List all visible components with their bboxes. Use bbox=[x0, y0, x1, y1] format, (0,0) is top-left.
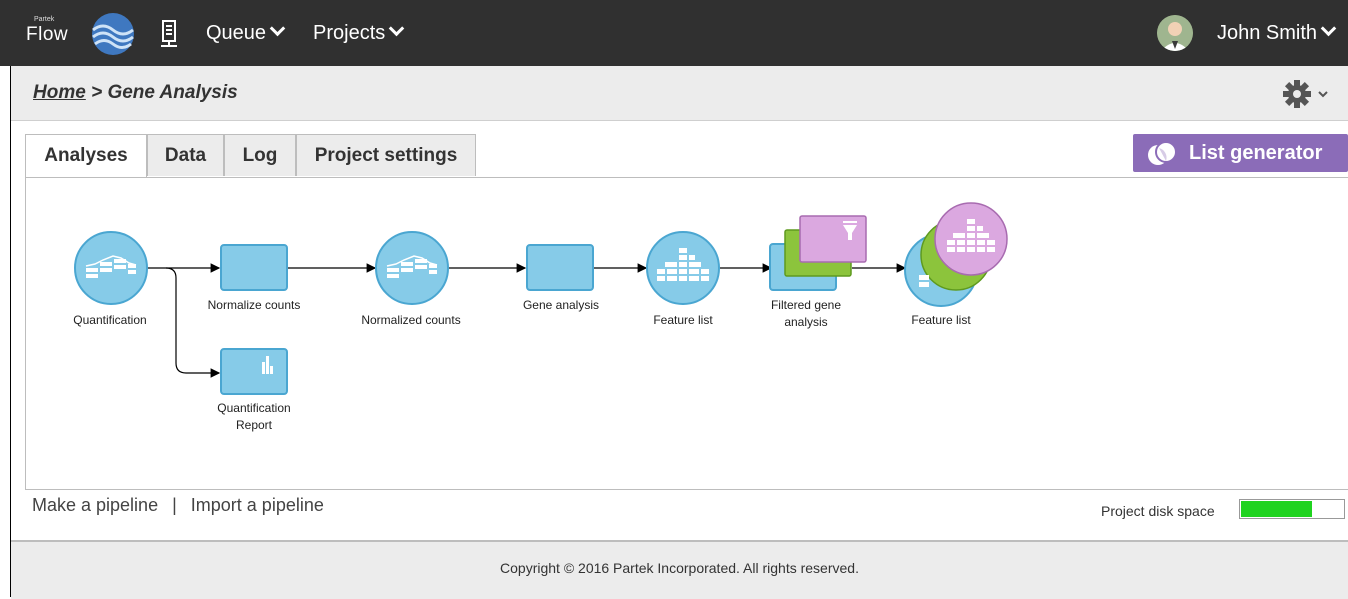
user-menu[interactable]: John Smith bbox=[1217, 20, 1337, 45]
flow-wave-icon bbox=[92, 13, 134, 55]
breadcrumb: Home > Gene Analysis bbox=[33, 82, 238, 104]
user-name-label: John Smith bbox=[1217, 22, 1318, 44]
left-border-line bbox=[10, 65, 11, 597]
import-pipeline-link[interactable]: Import a pipeline bbox=[191, 495, 324, 515]
brand-name-text: Flow bbox=[26, 24, 69, 45]
pipeline-links: Make a pipeline | Import a pipeline bbox=[32, 495, 324, 516]
copyright-text: Copyright © 2016 Partek Incorporated. Al… bbox=[500, 560, 859, 576]
gear-icon[interactable] bbox=[1283, 79, 1333, 109]
feature-list-stack-label: Feature list bbox=[911, 313, 971, 327]
normalize-counts-label: Normalize counts bbox=[207, 298, 301, 312]
quantification-report-node[interactable] bbox=[220, 348, 290, 396]
queue-menu-label: Queue bbox=[206, 22, 267, 44]
filtered-gene-analysis-label-line2: analysis bbox=[784, 315, 828, 329]
tab-analyses-label: Analyses bbox=[44, 145, 128, 166]
quantification-label: Quantification bbox=[73, 313, 147, 327]
filtered-gene-analysis-task-node[interactable] bbox=[769, 213, 873, 293]
tab-data[interactable]: Data bbox=[147, 134, 224, 176]
disk-space-fill bbox=[1241, 501, 1312, 517]
analyses-panel: Quantification Normalize counts Normaliz… bbox=[25, 177, 1348, 490]
disk-space-bar bbox=[1239, 499, 1345, 519]
user-avatar[interactable] bbox=[1157, 15, 1193, 51]
feature-list-data-node[interactable] bbox=[645, 230, 721, 306]
venn-diagram-icon bbox=[1148, 141, 1177, 165]
feature-list-label: Feature list bbox=[653, 313, 713, 327]
tab-data-label: Data bbox=[164, 145, 207, 166]
filtered-gene-analysis-label-line1: Filtered gene bbox=[770, 298, 842, 312]
quantification-data-node[interactable] bbox=[73, 230, 149, 306]
chevron-down-icon bbox=[1320, 20, 1337, 37]
filtered-gene-analysis-label: Filtered gene analysis bbox=[746, 297, 866, 331]
tab-project-settings[interactable]: Project settings bbox=[296, 134, 476, 176]
brand-small-text: Partek bbox=[34, 16, 55, 23]
pipeline-canvas bbox=[147, 263, 907, 378]
disk-space-label: Project disk space bbox=[1101, 503, 1215, 519]
avatar-person-icon bbox=[1157, 15, 1193, 51]
normalized-counts-label: Normalized counts bbox=[361, 313, 461, 327]
top-navigation-bar: Partek Flow Queue Projects John Smith bbox=[0, 0, 1348, 66]
gene-analysis-task-node[interactable] bbox=[526, 244, 596, 292]
chevron-down-icon bbox=[388, 20, 405, 37]
chevron-down-icon bbox=[269, 20, 286, 37]
breadcrumb-separator: > bbox=[85, 82, 108, 103]
projects-menu-label: Projects bbox=[313, 22, 386, 44]
feature-list-stack-data-node[interactable] bbox=[903, 199, 1013, 309]
normalize-counts-task-node[interactable] bbox=[220, 244, 290, 292]
gene-analysis-label: Gene analysis bbox=[522, 298, 600, 312]
server-queue-icon[interactable] bbox=[160, 20, 178, 48]
breadcrumb-current: Gene Analysis bbox=[107, 82, 238, 103]
tab-analyses[interactable]: Analyses bbox=[25, 134, 147, 178]
quantification-report-label: Quantification Report bbox=[194, 400, 314, 434]
make-pipeline-link[interactable]: Make a pipeline bbox=[32, 495, 158, 515]
projects-menu[interactable]: Projects bbox=[313, 20, 405, 45]
tab-log-label: Log bbox=[242, 145, 278, 166]
list-generator-label: List generator bbox=[1189, 142, 1323, 164]
tab-project-settings-label: Project settings bbox=[314, 145, 458, 166]
partek-flow-logo[interactable]: Partek Flow bbox=[22, 12, 142, 56]
queue-menu[interactable]: Queue bbox=[206, 20, 286, 45]
breadcrumb-bar: Home > Gene Analysis bbox=[11, 66, 1348, 121]
tab-log[interactable]: Log bbox=[224, 134, 296, 176]
breadcrumb-home-link[interactable]: Home bbox=[33, 82, 86, 103]
link-separator: | bbox=[172, 495, 177, 515]
normalized-counts-data-node[interactable] bbox=[374, 230, 450, 306]
quantification-report-label-line1: Quantification bbox=[217, 401, 291, 415]
list-generator-button[interactable]: List generator bbox=[1133, 134, 1348, 172]
quantification-report-label-line2: Report bbox=[235, 418, 273, 432]
footer: Copyright © 2016 Partek Incorporated. Al… bbox=[11, 540, 1348, 599]
